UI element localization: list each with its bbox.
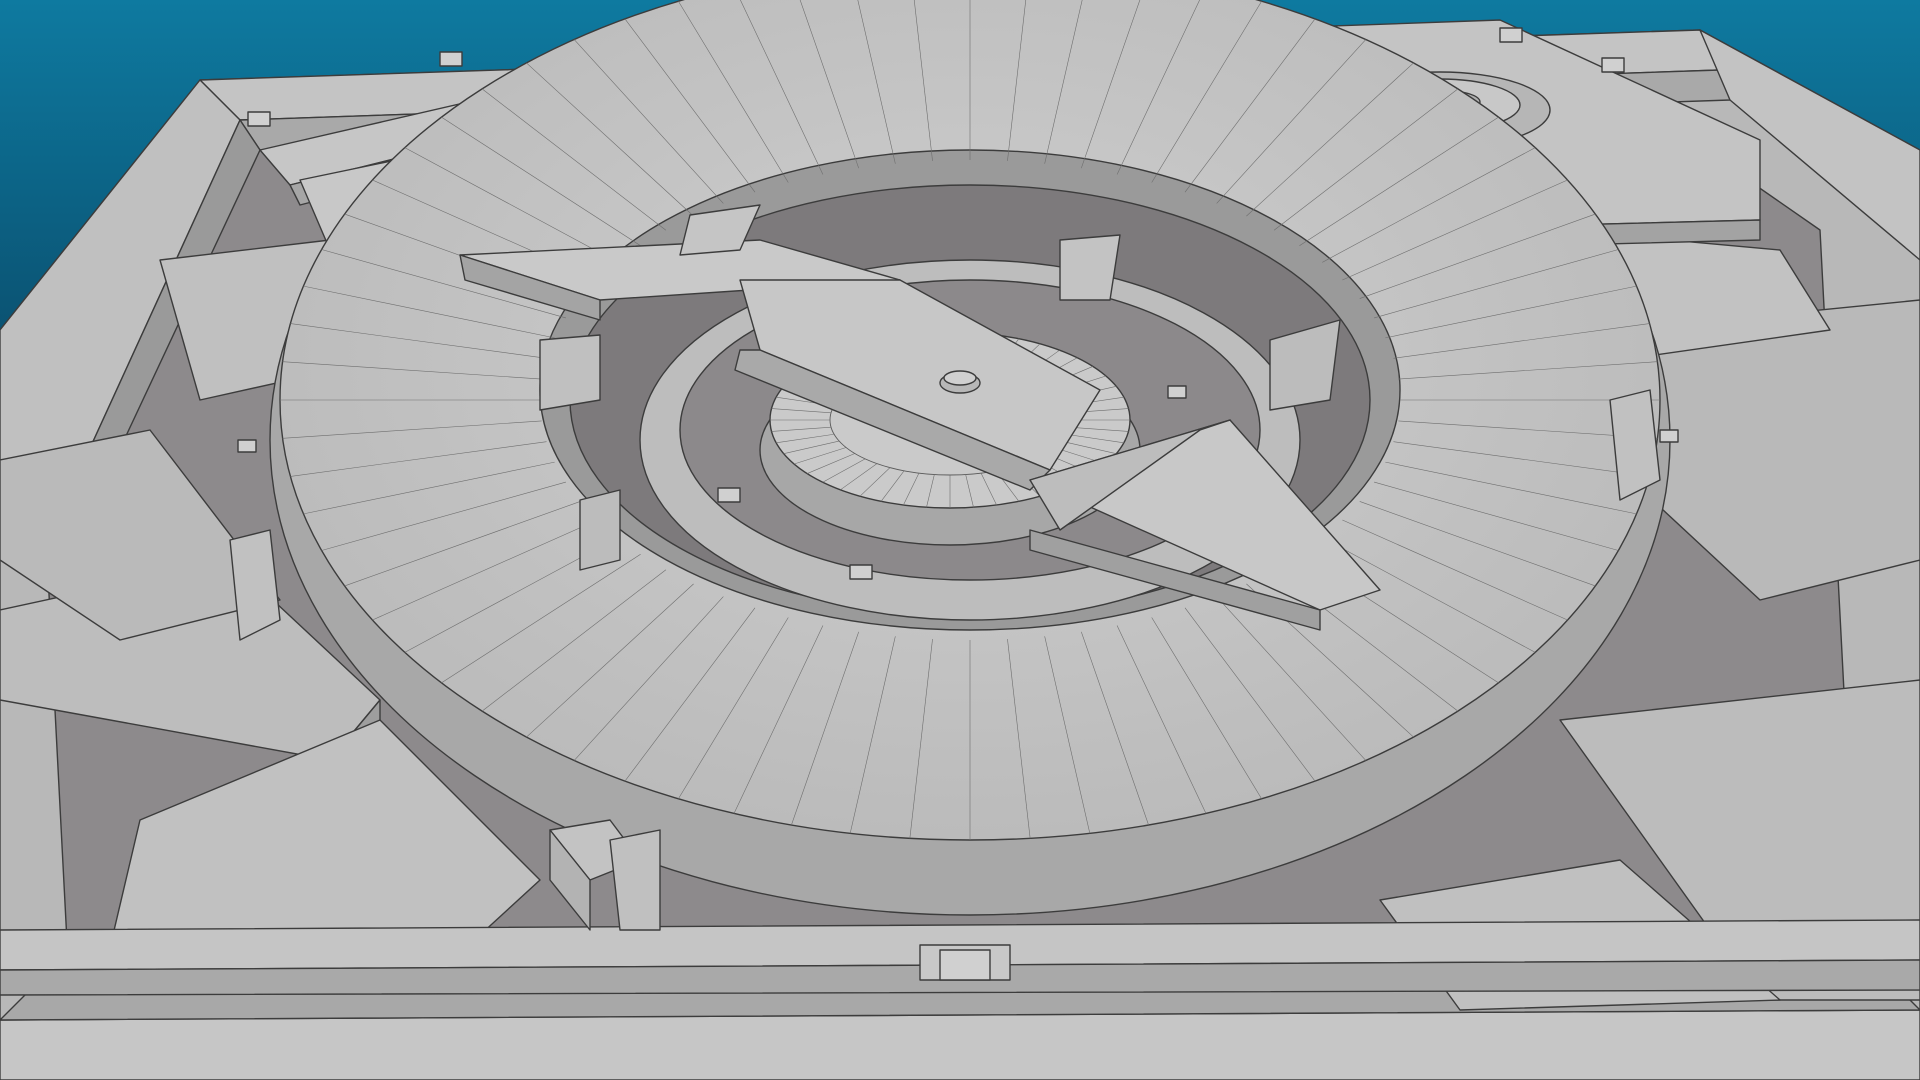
model-render xyxy=(0,0,1920,1080)
3d-viewport[interactable] xyxy=(0,0,1920,1080)
